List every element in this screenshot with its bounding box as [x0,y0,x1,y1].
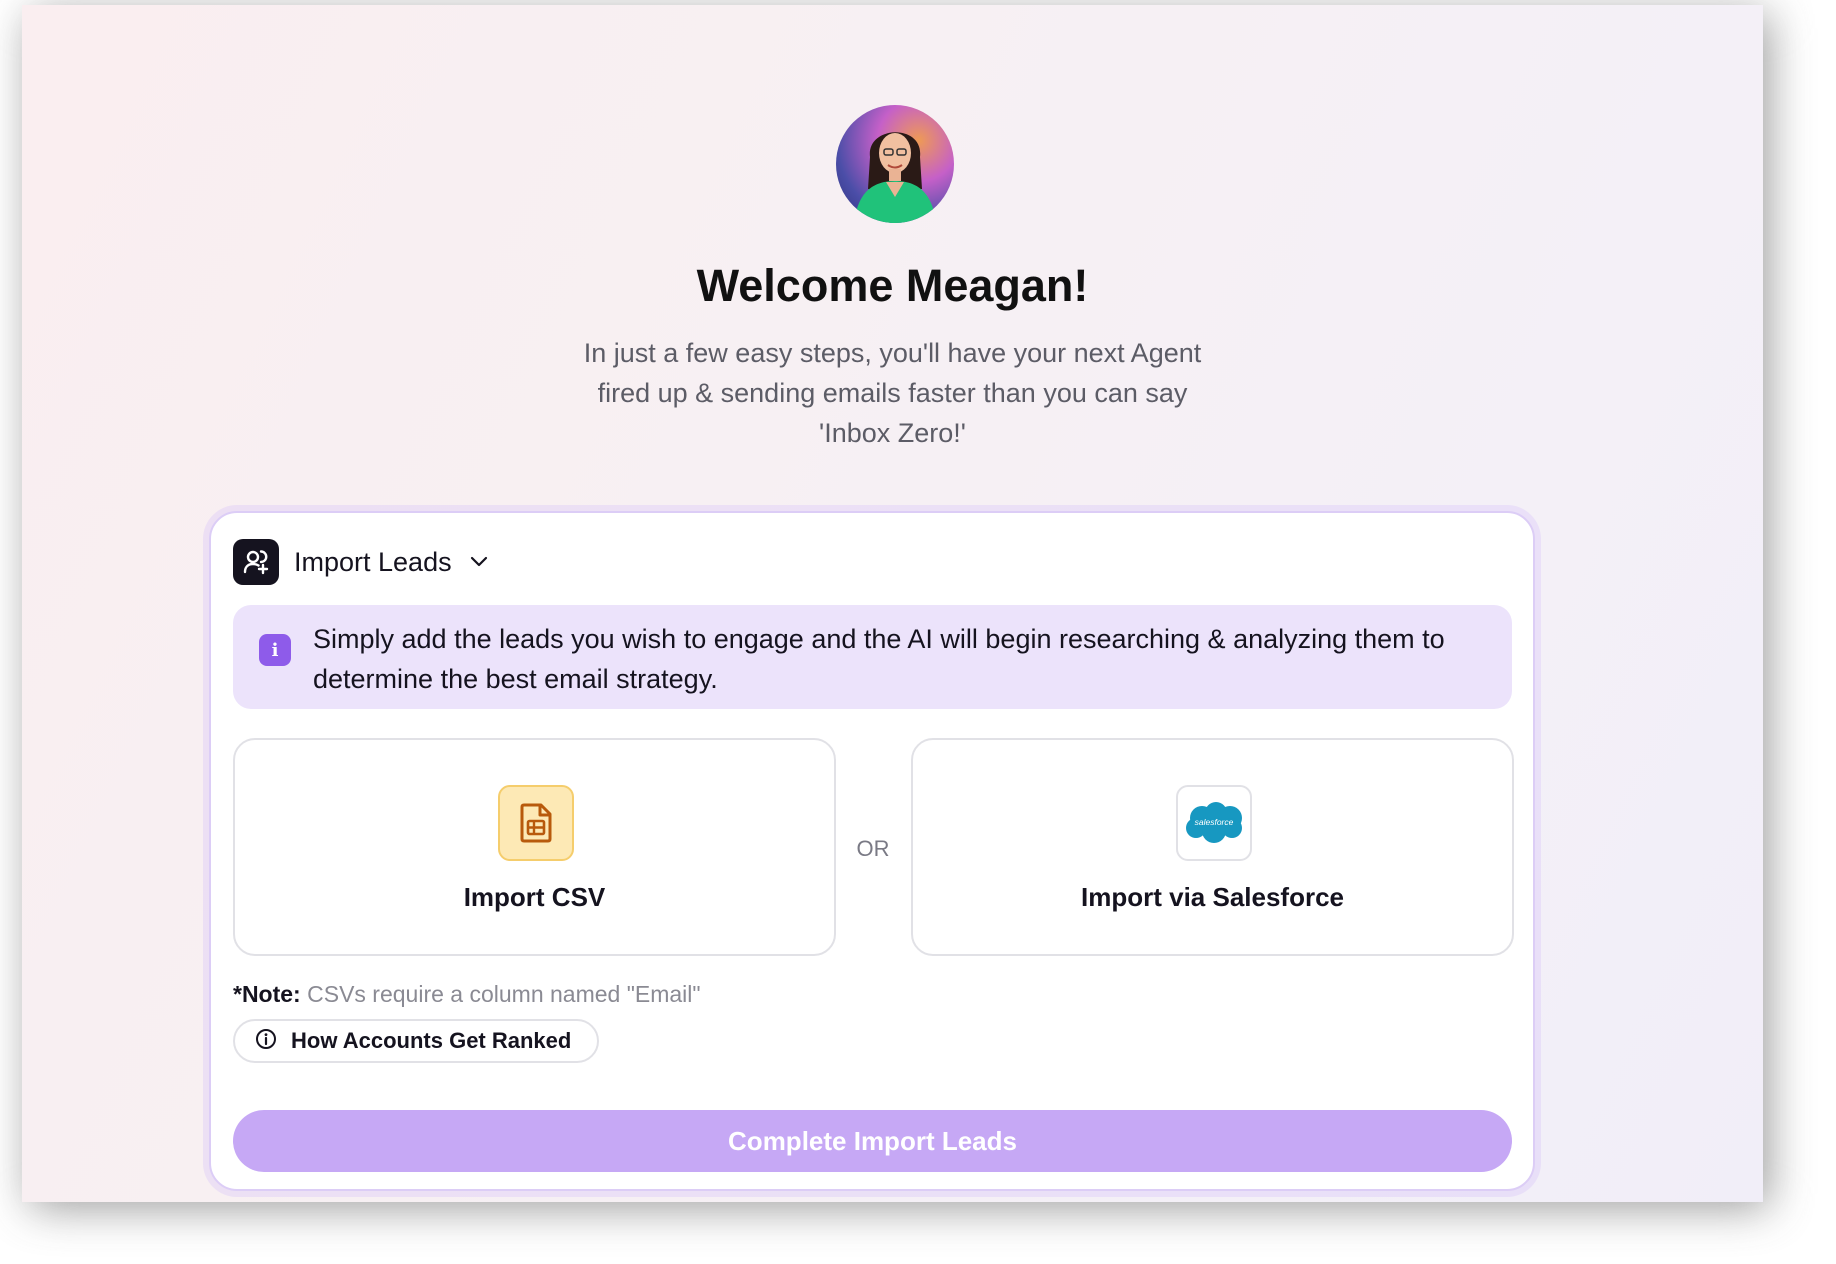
info-circle-icon [255,1028,277,1055]
welcome-subtitle: In just a few easy steps, you'll have yo… [583,338,1202,448]
or-divider: OR [856,836,890,861]
complete-import-leads-button[interactable]: Complete Import Leads [233,1110,1512,1172]
chevron-down-icon [470,556,488,568]
user-plus-icon [233,539,279,585]
onboarding-window: Welcome Meagan! In just a few easy steps… [22,5,1763,1202]
import-leads-title: Import Leads [294,546,452,577]
avatar [836,105,954,223]
note-text: CSVs require a column named "Email" [307,981,701,1007]
info-banner-text: Simply add the leads you wish to engage … [313,624,1445,694]
note-prefix: *Note: [233,981,301,1007]
welcome-title: Welcome Meagan! [696,260,1089,311]
import-salesforce-label: Import via Salesforce [1081,882,1344,912]
file-spreadsheet-icon [498,785,574,861]
avatar-portrait [854,132,936,223]
import-leads-dropdown[interactable]: Import Leads [233,539,488,585]
import-leads-card: Import Leads i Simply add the leads you … [209,511,1535,1191]
import-csv-label: Import CSV [463,882,606,912]
import-salesforce-option[interactable]: salesforce Import via Salesforce [911,738,1514,956]
salesforce-logo-text: salesforce [1195,817,1234,827]
how-accounts-ranked-button[interactable]: How Accounts Get Ranked [233,1019,599,1063]
info-icon: i [259,634,291,666]
csv-note: *Note: CSVs require a column named "Emai… [233,981,701,1008]
salesforce-logo: salesforce [1176,785,1252,861]
how-accounts-ranked-label: How Accounts Get Ranked [291,1028,572,1053]
import-csv-option[interactable]: Import CSV [233,738,836,956]
info-banner: i Simply add the leads you wish to engag… [233,605,1512,709]
